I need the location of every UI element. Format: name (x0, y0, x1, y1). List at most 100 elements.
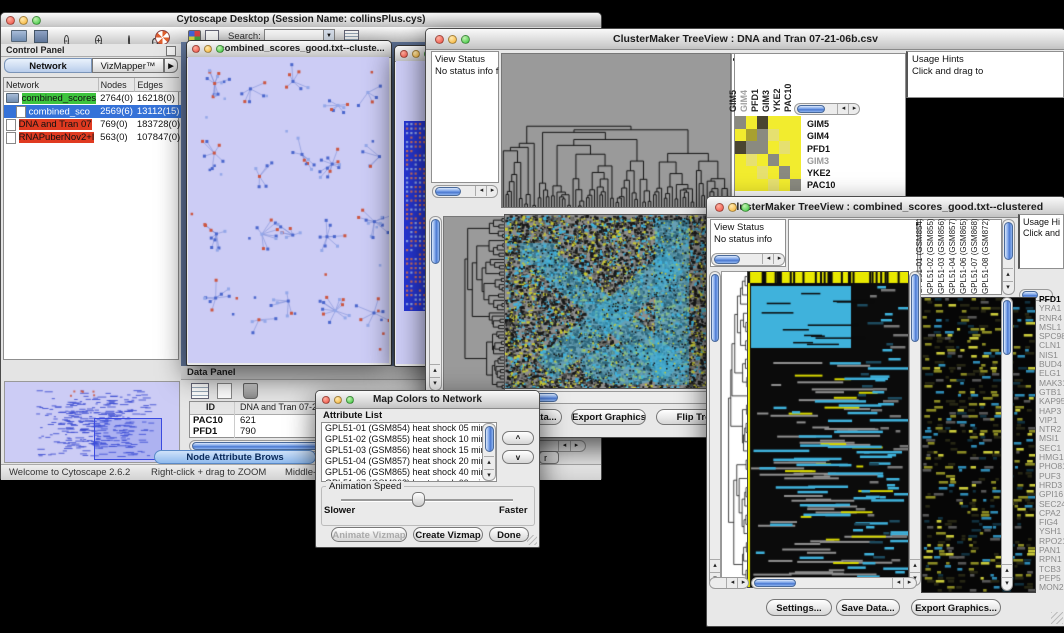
mini-heatmap-cell[interactable] (768, 154, 779, 167)
scrollbar-thumb[interactable] (1003, 300, 1011, 355)
scroll-up-icon[interactable]: ▴ (910, 559, 920, 571)
tab-network[interactable]: Network (4, 58, 92, 73)
attribute-item[interactable]: GPL51-04 (GSM857) heat shock 20 min (322, 456, 496, 467)
network-row-selected[interactable]: combined_sco 2569(6) 13112(15) (4, 105, 182, 118)
mini-heatmap-cell[interactable] (768, 116, 779, 129)
scroll-up-icon[interactable]: ▴ (710, 559, 720, 571)
mini-heatmap-cell[interactable] (746, 116, 757, 129)
scroll-down-icon[interactable]: ▾ (484, 469, 494, 481)
zoom-vscrollbar[interactable]: ▴ ▾ (1001, 297, 1013, 591)
column-dendrogram-canvas[interactable] (501, 53, 731, 208)
tab-overflow-button[interactable]: ▶ (164, 58, 178, 73)
export-graphics-button[interactable]: Export Graphics... (571, 409, 646, 425)
column-label[interactable]: GIM3 (761, 90, 771, 112)
mini-heatmap-cell[interactable] (790, 116, 801, 129)
mini-heatmap-cell[interactable] (779, 141, 790, 154)
scroll-up-icon[interactable]: ▴ (1003, 268, 1013, 280)
resize-grip[interactable] (1051, 612, 1063, 624)
cell-id[interactable]: PAC10 (193, 415, 223, 426)
scroll-up-icon[interactable]: ▴ (430, 364, 440, 376)
scrollbar-thumb[interactable] (754, 579, 796, 587)
mini-heatmap-cell[interactable] (757, 141, 768, 154)
list-vscrollbar[interactable]: ▴ ▾ (482, 423, 496, 481)
network-list-header[interactable]: Network Nodes Edges (4, 78, 182, 92)
zoom-window-icon[interactable] (461, 35, 470, 44)
mini-heatmap-cell[interactable] (757, 166, 768, 179)
cell-value[interactable]: 621 (240, 415, 256, 426)
gene-tree-hscrollbar[interactable]: ◂ ▸ (709, 577, 749, 589)
mini-heatmap-cell[interactable] (779, 179, 790, 192)
close-icon[interactable] (322, 396, 330, 404)
global-heatmap-canvas[interactable] (747, 271, 909, 588)
heatmap-hscrollbar[interactable]: ◂ ▸ (751, 577, 917, 589)
gene-tree-vscrollbar[interactable]: ▴ ▾ (709, 271, 721, 586)
minimize-icon[interactable] (448, 35, 457, 44)
close-icon[interactable] (400, 50, 408, 58)
mini-heatmap-cell[interactable] (746, 141, 757, 154)
minimize-icon[interactable] (19, 16, 28, 25)
mini-heatmap-cell[interactable] (746, 154, 757, 167)
scroll-right-icon[interactable]: ▸ (848, 104, 860, 114)
attribute-listbox[interactable]: GPL51-01 (GSM854) heat shock 05 minGPL51… (321, 422, 497, 482)
view-status-hscrollbar[interactable]: ◂ ▸ (711, 253, 785, 266)
export-graphics-button[interactable]: Export Graphics... (911, 599, 1001, 616)
close-icon[interactable] (192, 45, 200, 53)
gene-label[interactable]: GIM3 (807, 155, 857, 167)
scrollbar-thumb[interactable] (485, 426, 494, 452)
scrollbar-thumb[interactable] (797, 105, 825, 113)
zoom-heatmap-canvas[interactable] (921, 297, 1036, 593)
move-up-button[interactable]: ^ (502, 431, 534, 445)
column-label[interactable]: PAC10 (783, 84, 793, 112)
mini-heatmap-cell[interactable] (768, 141, 779, 154)
array-label[interactable]: GPL51-06 (GSM865) (959, 218, 968, 294)
mini-heatmap-cell[interactable] (790, 179, 801, 192)
mini-heatmap-cell[interactable] (779, 129, 790, 142)
mini-heatmap-cell[interactable] (768, 179, 779, 192)
column-label[interactable]: GIM4 (739, 90, 749, 112)
open-folder-icon[interactable] (11, 30, 27, 42)
cell-value[interactable]: 790 (240, 426, 256, 437)
heatmap-vscrollbar[interactable]: ▴ ▾ (909, 271, 921, 586)
network-overview-panel[interactable] (4, 381, 180, 463)
mini-heatmap-cell[interactable] (779, 154, 790, 167)
overview-selection-rect[interactable] (94, 418, 162, 460)
mini-heatmap[interactable] (735, 116, 801, 191)
scroll-down-icon[interactable]: ▾ (1003, 281, 1013, 293)
zoom-window-icon[interactable] (216, 45, 224, 53)
zoom-window-icon[interactable] (346, 396, 354, 404)
mini-heatmap-cell[interactable] (779, 116, 790, 129)
mini-heatmap-cell[interactable] (735, 116, 746, 129)
speed-slider-thumb[interactable] (412, 492, 425, 507)
gene-label[interactable]: YKE2 (807, 167, 857, 179)
close-icon[interactable] (435, 35, 444, 44)
scrollbar-thumb[interactable] (711, 274, 719, 342)
scrollbar-thumb[interactable] (1004, 222, 1013, 260)
trash-icon[interactable] (243, 383, 258, 399)
mini-heatmap-cell[interactable] (790, 141, 801, 154)
view-status-hscrollbar[interactable]: ◂ ▸ (432, 185, 498, 198)
mini-heatmap-cell[interactable] (735, 129, 746, 142)
new-document-icon[interactable] (217, 383, 232, 399)
mini-heatmap-cell[interactable] (735, 166, 746, 179)
minimize-icon[interactable] (728, 203, 737, 212)
mini-heatmap-cell[interactable] (757, 129, 768, 142)
scroll-down-icon[interactable]: ▾ (1002, 577, 1012, 589)
scroll-down-icon[interactable]: ▾ (430, 377, 440, 389)
mini-heatmap-cell[interactable] (746, 179, 757, 192)
array-label[interactable]: GPL51-08 (GSM872) (981, 218, 990, 294)
mini-heatmap-cell[interactable] (735, 154, 746, 167)
cell-id[interactable]: PFD1 (193, 426, 217, 437)
gene-label[interactable]: PFD1 (807, 143, 857, 155)
save-icon[interactable] (34, 30, 48, 43)
minimize-icon[interactable] (412, 50, 420, 58)
treeview1-title-bar[interactable]: ClusterMaker TreeView : DNA and Tran 07-… (426, 29, 1064, 50)
help-ring-icon[interactable] (155, 30, 170, 45)
gene-label[interactable]: GIM4 (807, 130, 857, 142)
gene-dendrogram-canvas[interactable] (721, 271, 749, 585)
done-button[interactable]: Done (489, 527, 529, 542)
attribute-item[interactable]: GPL51-06 (GSM865) heat shock 40 min (322, 467, 496, 478)
mini-heatmap-cell[interactable] (768, 129, 779, 142)
detail-hscrollbar[interactable]: ◂ ▸ (794, 103, 860, 115)
array-labels-vscrollbar[interactable]: ▴ ▾ (1002, 219, 1015, 295)
save-data-button[interactable]: Save Data... (836, 599, 900, 616)
